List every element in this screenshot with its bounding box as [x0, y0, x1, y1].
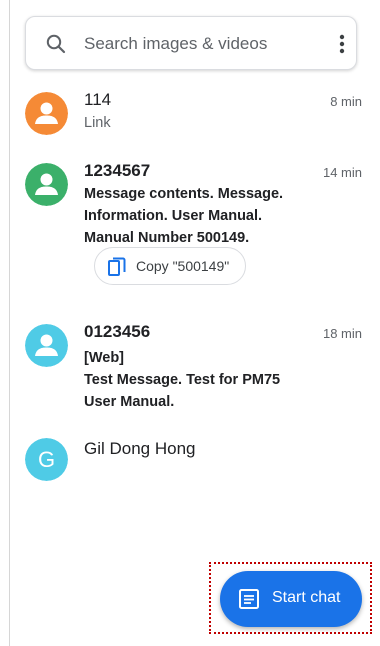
conversation-time: 8 min: [330, 94, 362, 109]
conversation-time: 18 min: [322, 326, 362, 341]
avatar: [25, 163, 68, 206]
divider: [9, 0, 10, 646]
person-icon: [25, 92, 68, 135]
conversation-item[interactable]: G Gil Dong Hong: [25, 438, 370, 481]
conversation-snippet-line: Information. User Manual.: [84, 208, 263, 224]
copy-suggestion-chip[interactable]: Copy "500149": [94, 247, 246, 285]
avatar: [25, 92, 68, 135]
conversation-name: 114: [84, 90, 112, 109]
copy-icon: [108, 257, 126, 276]
search-input[interactable]: [84, 31, 314, 57]
letter-avatar: G: [25, 438, 68, 481]
more-vert-icon[interactable]: [330, 31, 354, 57]
search-bar[interactable]: [25, 16, 357, 70]
avatar: G: [25, 438, 68, 481]
conversation-name: Gil Dong Hong: [84, 439, 196, 458]
conversation-item[interactable]: 0123456 18 min [Web] Test Message. Test …: [25, 322, 370, 414]
avatar-letter: G: [38, 447, 55, 472]
start-chat-label: Start chat: [272, 589, 341, 606]
person-icon: [25, 324, 68, 367]
conversation-snippet-line: Manual Number 500149.: [84, 230, 250, 246]
conversation-snippet: Link: [84, 115, 111, 131]
person-icon: [25, 163, 68, 206]
conversation-snippet-line: User Manual.: [84, 394, 175, 410]
conversation-snippet-line: Test Message. Test for PM75: [84, 372, 281, 388]
chat-icon: [239, 589, 259, 609]
conversation-snippet-line: [Web]: [84, 350, 125, 366]
avatar: [25, 324, 68, 367]
start-chat-button[interactable]: Start chat: [220, 571, 362, 627]
status-strip: [0, 0, 380, 8]
copy-suggestion-label: Copy "500149": [136, 258, 230, 274]
conversation-time: 14 min: [322, 165, 362, 180]
conversation-name: 0123456: [84, 322, 151, 341]
conversation-name: 1234567: [84, 161, 151, 180]
search-icon: [46, 34, 66, 54]
conversation-item[interactable]: 114 8 min Link: [25, 90, 370, 140]
conversation-snippet-line: Message contents. Message.: [84, 186, 284, 202]
